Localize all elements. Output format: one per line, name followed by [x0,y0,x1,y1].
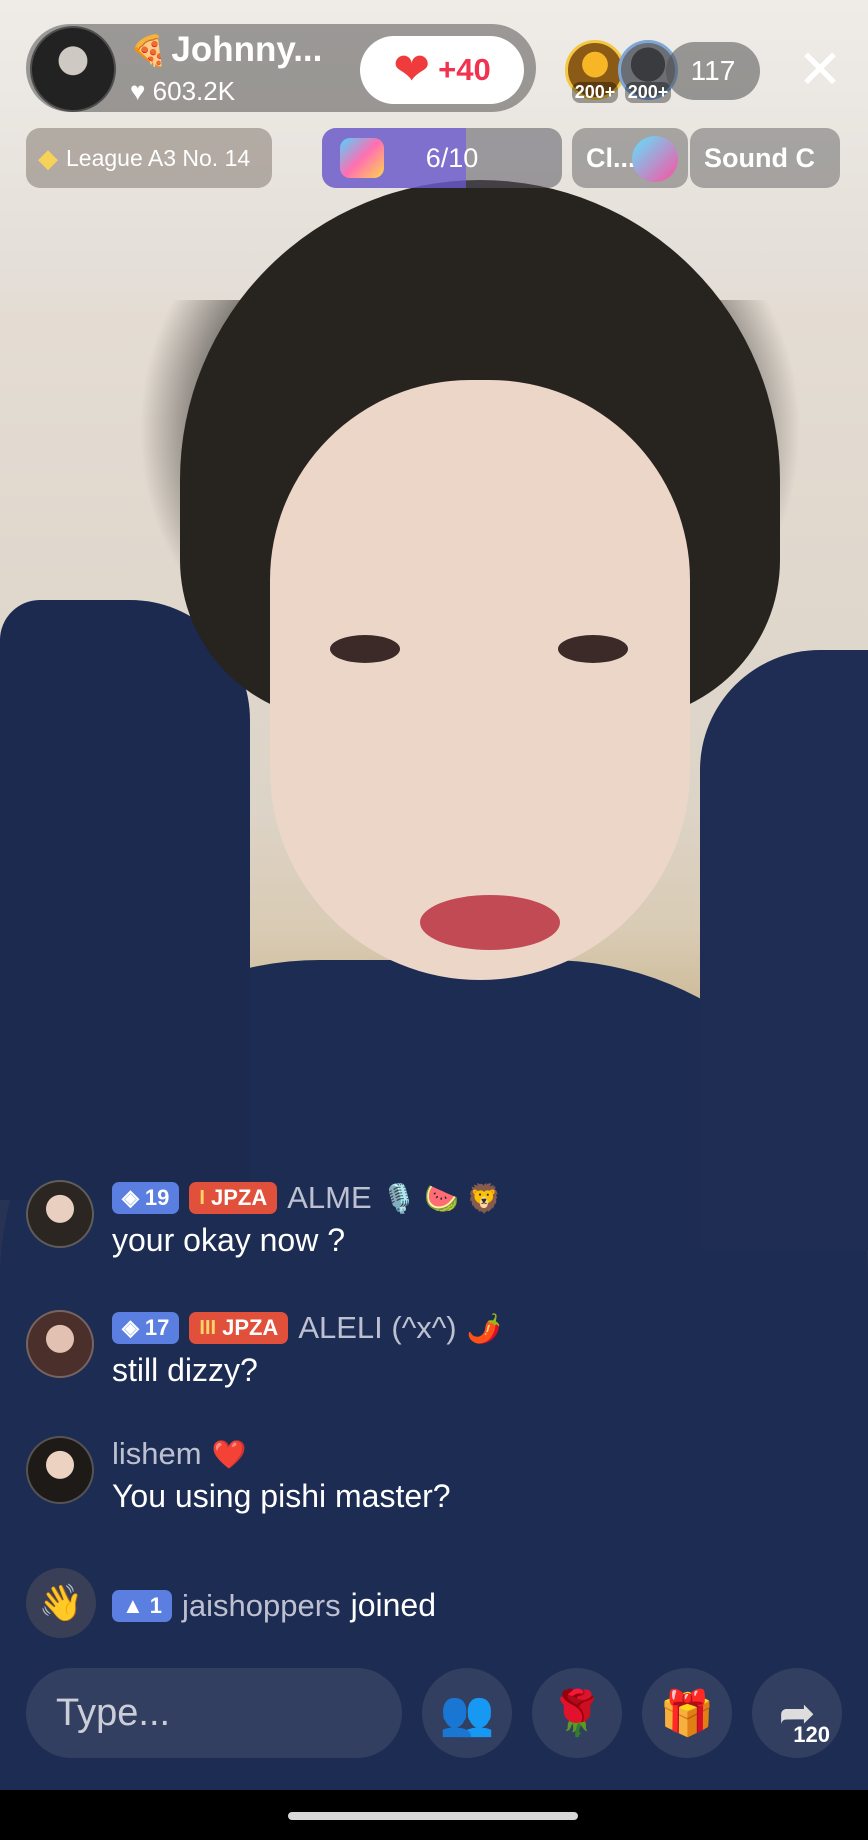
comment-text: your okay now ? [112,1222,346,1258]
commenter-username[interactable]: lishem [112,1436,202,1472]
join-action-label: joined [350,1587,436,1623]
mask-icon [632,136,678,182]
close-icon[interactable]: ✕ [790,40,850,100]
share-button[interactable]: ➦ 120 [752,1668,842,1758]
video-sleeve-right [700,650,868,1250]
top-viewer-count: 200+ [624,82,672,103]
username-emojis: 🌶️ [466,1312,502,1344]
promo-chip[interactable]: Cl... [572,128,688,188]
heart-icon: ❤ [393,45,431,94]
rose-gift-button[interactable]: 🌹 [532,1668,622,1758]
fan-heart-icon: III [199,1316,217,1339]
comment-text: still dizzy? [112,1352,258,1388]
people-icon: 👥 [439,1689,495,1738]
follow-plus-label: +40 [438,52,491,87]
level-diamond-icon: ◈ [122,1185,139,1210]
viewer-count[interactable]: 117 [666,42,760,100]
comment-text: You using pishi master? [112,1478,451,1514]
comment-input[interactable]: Type... [26,1668,402,1758]
level-number: 17 [144,1315,170,1340]
gift-goal-progress[interactable]: 6/10 [322,128,562,188]
video-sleeve-left [0,600,250,1200]
video-lips [420,895,560,950]
multi-guest-button[interactable]: 👥 [422,1668,512,1758]
video-eye-left [330,635,400,663]
level-arrow-icon: ▲ [122,1592,144,1618]
live-stream-screen: 🍕 Johnny... ♥ 603.2K ❤ +40 200+ 200+ 117 … [0,0,868,1840]
chat-message: lishem ❤️ You using pishi master? [26,1436,846,1536]
joined-username[interactable]: jaishoppers [182,1588,341,1624]
commenter-username[interactable]: ALELI (^x^) [298,1310,456,1346]
league-badge[interactable]: ◆ League A3 No. 14 [26,128,272,188]
level-badge[interactable]: ◈ 19 [112,1182,180,1214]
host-name-text: Johnny... [171,30,323,69]
host-avatar[interactable] [30,26,116,112]
commenter-username[interactable]: ALME [287,1180,371,1216]
sound-chip[interactable]: Sound C [690,128,840,188]
pizza-icon: 🍕 [130,35,168,68]
fan-club-name: JPZA [222,1315,279,1340]
wave-hand-icon[interactable]: 👋 [26,1568,96,1638]
comment-meta: lishem ❤️ [112,1436,246,1472]
sound-chip-label: Sound C [704,143,815,173]
join-event: 👋 ▲ 1 jaishoppers joined [26,1568,846,1638]
username-emojis: ❤️ [211,1438,247,1470]
goal-progress-label: 6/10 [425,143,479,173]
video-face [270,380,690,980]
chat-message: ◈ 17 III JPZA ALELI (^x^) 🌶️ still dizzy? [26,1310,846,1410]
level-number: 19 [144,1185,170,1210]
comment-meta: ◈ 17 III JPZA ALELI (^x^) 🌶️ [112,1310,502,1346]
join-meta: ▲ 1 jaishoppers joined [112,1587,436,1624]
level-diamond-icon: ◈ [122,1315,139,1340]
fan-club-name: JPZA [210,1185,268,1210]
level-badge[interactable]: ▲ 1 [112,1589,173,1622]
fan-club-badge[interactable]: III JPZA [189,1312,289,1344]
username-emojis: 🎙️ 🍉 🦁 [381,1182,502,1214]
host-name[interactable]: 🍕 Johnny... [130,30,335,70]
host-likes-count: 603.2K [152,76,236,106]
share-count: 120 [793,1722,830,1747]
rose-icon: 🌹 [549,1689,605,1738]
video-eye-right [558,635,628,663]
heart-small-icon: ♥ [130,76,146,106]
level-badge[interactable]: ◈ 17 [112,1312,180,1344]
chat-message: ◈ 19 I JPZA ALME 🎙️ 🍉 🦁 your okay now ? [26,1180,846,1280]
follow-button[interactable]: ❤ +40 [360,36,524,104]
fan-heart-icon: I [199,1186,205,1209]
commenter-avatar[interactable] [26,1436,94,1504]
top-viewer-avatar[interactable]: 200+ [565,40,625,103]
host-likes: ♥ 603.2K [130,76,235,107]
home-indicator[interactable] [288,1812,578,1820]
diamond-icon: ◆ [38,142,58,173]
level-number: 1 [149,1592,163,1618]
league-label: League A3 No. 14 [66,144,251,171]
commenter-avatar[interactable] [26,1310,94,1378]
comment-meta: ◈ 19 I JPZA ALME 🎙️ 🍉 🦁 [112,1180,502,1216]
gift-icon: 🎁 [659,1689,715,1738]
fan-club-badge[interactable]: I JPZA [189,1182,278,1214]
promo-chip-label: Cl... [586,143,636,173]
gift-button[interactable]: 🎁 [642,1668,732,1758]
commenter-avatar[interactable] [26,1180,94,1248]
top-viewer-count: 200+ [571,82,619,103]
